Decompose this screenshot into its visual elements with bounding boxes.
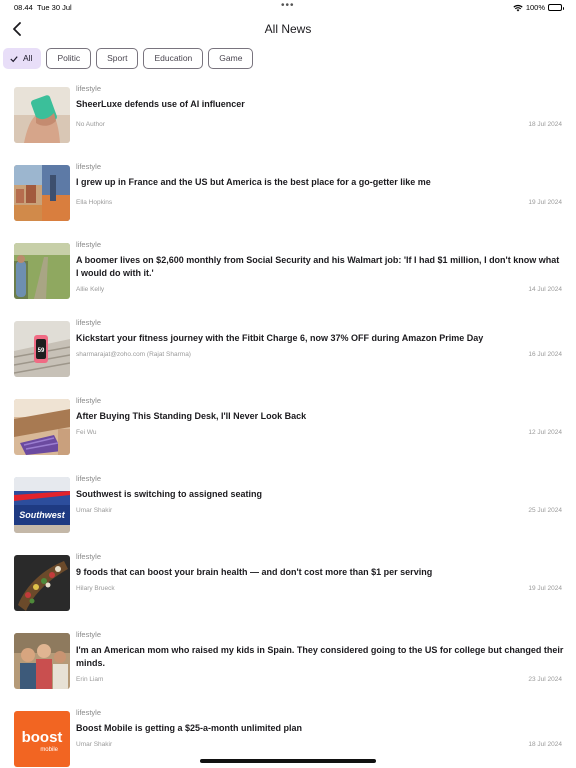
filter-chip-education[interactable]: Education — [143, 48, 204, 69]
article-thumbnail — [14, 399, 70, 455]
article-author: Umar Shakir — [76, 741, 113, 748]
article-category: lifestyle — [76, 708, 102, 717]
wifi-icon — [513, 4, 523, 11]
page-title: All News — [264, 22, 312, 36]
article-date: 25 Jul 2024 — [528, 507, 562, 514]
article-title: A boomer lives on $2,600 monthly from So… — [76, 255, 560, 278]
news-item[interactable]: Southwest lifestyle Southwest is switchi… — [14, 474, 564, 533]
home-indicator[interactable] — [200, 759, 376, 763]
article-date: 18 Jul 2024 — [528, 741, 562, 748]
status-indicators: 100% — [513, 3, 564, 12]
filter-chip-politic[interactable]: Politic — [46, 48, 92, 69]
news-item[interactable]: lifestyle I'm an American mom who raised… — [14, 630, 564, 689]
article-category: lifestyle — [76, 318, 102, 327]
fitbit-readout: 59 — [38, 348, 45, 354]
article-category: lifestyle — [76, 84, 102, 93]
check-icon — [10, 55, 18, 62]
article-thumbnail — [14, 243, 70, 299]
article-title: After Buying This Standing Desk, I'll Ne… — [76, 411, 307, 421]
article-date: 18 Jul 2024 — [528, 121, 562, 128]
article-thumbnail: Southwest — [14, 477, 70, 533]
article-author: Umar Shakir — [76, 507, 113, 514]
chip-label: Game — [219, 53, 243, 63]
filter-chip-sport[interactable]: Sport — [96, 48, 139, 69]
news-item[interactable]: lifestyle A boomer lives on $2,600 month… — [14, 240, 564, 299]
article-thumbnail — [14, 165, 70, 221]
article-thumbnail — [14, 87, 70, 143]
article-category: lifestyle — [76, 396, 102, 405]
article-date: 19 Jul 2024 — [528, 585, 562, 592]
multitasking-dots[interactable]: ••• — [281, 0, 295, 11]
article-thumbnail — [14, 555, 70, 611]
article-date: 19 Jul 2024 — [528, 199, 562, 206]
chip-label: Education — [154, 53, 193, 63]
article-category: lifestyle — [76, 474, 102, 483]
article-thumbnail: boost mobile — [14, 711, 70, 767]
filter-chip-all[interactable]: All — [3, 48, 42, 69]
news-item[interactable]: lifestyle After Buying This Standing Des… — [14, 396, 564, 455]
southwest-logo-text: Southwest — [19, 510, 66, 520]
boost-logo-text: boost — [22, 729, 63, 746]
chip-label: All — [23, 53, 33, 63]
news-item[interactable]: 59 lifestyle Kickstart your fitness jour… — [14, 318, 564, 377]
news-item[interactable]: lifestyle SheerLuxe defends use of AI in… — [14, 84, 564, 143]
chip-label: Sport — [107, 53, 128, 63]
article-date: 23 Jul 2024 — [528, 676, 562, 683]
article-date: 12 Jul 2024 — [528, 429, 562, 436]
news-item[interactable]: lifestyle 9 foods that can boost your br… — [14, 552, 564, 611]
article-thumbnail: 59 — [14, 321, 70, 377]
article-title: SheerLuxe defends use of AI influencer — [76, 99, 245, 109]
article-title: I'm an American mom who raised my kids i… — [76, 645, 564, 668]
article-author: Erin Liam — [76, 676, 104, 683]
article-thumbnail — [14, 633, 70, 689]
article-title: Kickstart your fitness journey with the … — [76, 333, 484, 343]
filter-chips: All Politic Sport Education Game — [3, 48, 254, 69]
article-author: Allie Kelly — [76, 286, 105, 293]
article-author: Hilary Brueck — [76, 585, 115, 592]
article-category: lifestyle — [76, 162, 102, 171]
status-bar: 08.44 Tue 30 Jul ••• 100% — [0, 0, 576, 14]
filter-chip-game[interactable]: Game — [208, 48, 254, 69]
news-item[interactable]: boost mobile lifestyle Boost Mobile is g… — [14, 708, 564, 767]
article-title: Southwest is switching to assigned seati… — [76, 489, 263, 499]
status-time: 08.44 Tue 30 Jul — [14, 3, 72, 12]
article-title: 9 foods that can boost your brain health… — [76, 567, 433, 577]
battery-icon — [548, 4, 564, 11]
article-title: Boost Mobile is getting a $25-a-month un… — [76, 723, 303, 733]
article-category: lifestyle — [76, 240, 102, 249]
news-item[interactable]: lifestyle I grew up in France and the US… — [14, 162, 564, 221]
article-date: 16 Jul 2024 — [528, 351, 562, 358]
article-category: lifestyle — [76, 552, 102, 561]
chip-label: Politic — [57, 53, 81, 63]
boost-logo-subtext: mobile — [40, 747, 58, 753]
article-date: 14 Jul 2024 — [528, 286, 562, 293]
article-author: sharmarajat@zoho.com (Rajat Sharma) — [76, 351, 191, 358]
article-category: lifestyle — [76, 630, 102, 639]
article-author: Ella Hopkins — [76, 199, 113, 206]
battery-percent: 100% — [525, 3, 545, 12]
article-author: Fei Wu — [76, 429, 97, 436]
article-author: No Author — [76, 121, 105, 128]
article-title: I grew up in France and the US but Ameri… — [76, 177, 431, 187]
app-bar: All News — [0, 14, 576, 46]
